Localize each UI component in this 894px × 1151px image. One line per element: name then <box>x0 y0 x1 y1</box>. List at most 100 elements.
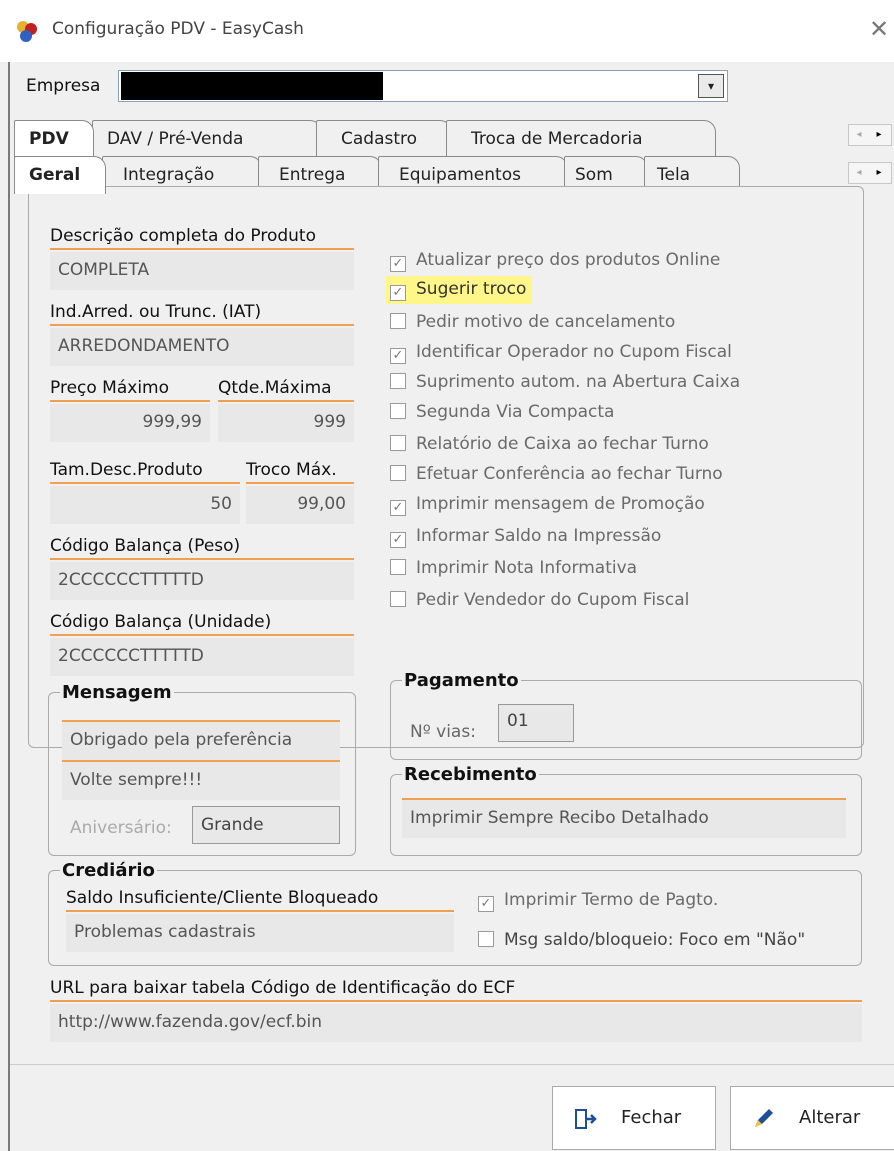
balanca-unidade-label: Código Balança (Unidade) <box>50 612 354 636</box>
crediario-label: Saldo Insuficiente/Cliente Bloqueado <box>66 888 454 912</box>
url-field[interactable]: http://www.fazenda.gov/ecf.bin <box>50 1004 862 1042</box>
pagamento-title: Pagamento <box>402 670 521 691</box>
url-label: URL para baixar tabela Código de Identif… <box>50 978 862 1002</box>
mensagem-title: Mensagem <box>60 682 174 703</box>
checkbox-icon[interactable] <box>390 373 406 389</box>
vias-field[interactable]: 01 <box>498 704 574 742</box>
chk-label: Imprimir Termo de Pagto. <box>504 890 719 910</box>
close-icon[interactable]: ✕ <box>864 14 894 44</box>
tab-geral[interactable]: Geral <box>14 156 106 194</box>
troco-max-field[interactable]: 99,00 <box>246 486 354 524</box>
fechar-label: Fechar <box>621 1107 682 1128</box>
checkbox-icon[interactable]: ✓ <box>390 348 406 364</box>
chk-label: Informar Saldo na Impressão <box>416 526 662 546</box>
crediario-field[interactable]: Problemas cadastrais <box>66 914 454 952</box>
chk-imprimir-promocao[interactable]: ✓ Imprimir mensagem de Promoção <box>390 494 705 516</box>
alterar-button[interactable]: Alterar <box>730 1086 894 1150</box>
checkbox-icon[interactable]: ✓ <box>390 256 406 272</box>
aniversario-label: Aniversário: <box>70 818 172 838</box>
easycash-app-icon <box>17 21 37 42</box>
checkbox-icon[interactable] <box>390 313 406 329</box>
chk-suprimento-autom[interactable]: Suprimento autom. na Abertura Caixa <box>390 372 740 392</box>
pagamento-group <box>390 680 862 760</box>
descricao-field[interactable]: COMPLETA <box>50 252 354 290</box>
checkbox-icon[interactable]: ✓ <box>478 896 494 912</box>
chk-efetuar-conferencia[interactable]: Efetuar Conferência ao fechar Turno <box>390 464 723 484</box>
chk-imprimir-termo[interactable]: ✓ Imprimir Termo de Pagto. <box>478 890 718 912</box>
balanca-peso-field[interactable]: 2CCCCCCTTTTTD <box>50 562 354 600</box>
alterar-label: Alterar <box>799 1107 861 1128</box>
recebimento-field[interactable]: Imprimir Sempre Recibo Detalhado <box>402 800 846 838</box>
exit-door-icon <box>575 1109 597 1129</box>
sub-tabs-scroller[interactable]: ◂ ▸ <box>848 162 892 184</box>
scroll-right-icon[interactable]: ▸ <box>869 163 889 183</box>
mensagem-line2-field[interactable]: Volte sempre!!! <box>62 762 340 800</box>
chk-msg-saldo[interactable]: Msg saldo/bloqueio: Foco em "Não" <box>478 930 805 950</box>
preco-maximo-label: Preço Máximo <box>50 378 210 402</box>
crediario-title: Crediário <box>60 860 157 881</box>
chk-label: Imprimir mensagem de Promoção <box>416 494 705 514</box>
qtde-maxima-label: Qtde.Máxima <box>218 378 354 402</box>
checkbox-icon[interactable]: ✓ <box>390 500 406 516</box>
chk-label: Msg saldo/bloqueio: Foco em "Não" <box>504 930 806 950</box>
qtde-maxima-field[interactable]: 999 <box>218 404 354 442</box>
iat-label: Ind.Arred. ou Trunc. (IAT) <box>50 302 354 326</box>
chk-label: Relatório de Caixa ao fechar Turno <box>416 434 709 454</box>
tab-troca-de-mercadoria[interactable]: Troca de Mercadoria <box>446 120 716 156</box>
vias-label: Nº vias: <box>410 722 476 742</box>
iat-field[interactable]: ARREDONDAMENTO <box>50 328 354 366</box>
chk-informar-saldo[interactable]: ✓ Informar Saldo na Impressão <box>390 526 661 548</box>
chevron-down-icon[interactable]: ▾ <box>698 74 724 98</box>
tam-desc-field[interactable]: 50 <box>50 486 240 524</box>
troco-max-label: Troco Máx. <box>246 460 354 484</box>
chk-segunda-via[interactable]: Segunda Via Compacta <box>390 402 614 422</box>
empresa-select[interactable]: ▾ <box>118 70 728 102</box>
empresa-redacted-value <box>121 72 383 100</box>
fechar-button[interactable]: Fechar <box>552 1086 716 1150</box>
checkbox-icon[interactable] <box>390 435 406 451</box>
preco-maximo-field[interactable]: 999,99 <box>50 404 210 442</box>
checkbox-icon[interactable] <box>478 931 494 947</box>
chk-identificar-operador[interactable]: ✓ Identificar Operador no Cupom Fiscal <box>390 342 732 364</box>
chk-label: Pedir motivo de cancelamento <box>416 312 676 332</box>
chk-label: Efetuar Conferência ao fechar Turno <box>416 464 723 484</box>
pencil-icon <box>755 1109 773 1127</box>
empresa-label: Empresa <box>26 76 101 96</box>
chk-label: Imprimir Nota Informativa <box>416 558 638 578</box>
chk-label: Sugerir troco <box>416 279 527 299</box>
chk-label: Identificar Operador no Cupom Fiscal <box>416 342 732 362</box>
balanca-unidade-field[interactable]: 2CCCCCCTTTTTD <box>50 638 354 676</box>
chk-relatorio-caixa[interactable]: Relatório de Caixa ao fechar Turno <box>390 434 709 454</box>
chk-label: Segunda Via Compacta <box>416 402 615 422</box>
chk-label: Suprimento autom. na Abertura Caixa <box>416 372 741 392</box>
descricao-label: Descrição completa do Produto <box>50 226 354 250</box>
scroll-left-icon[interactable]: ◂ <box>849 125 869 145</box>
balanca-peso-label: Código Balança (Peso) <box>50 536 354 560</box>
mensagem-line1-field[interactable]: Obrigado pela preferência <box>62 722 340 760</box>
checkbox-icon[interactable] <box>390 591 406 607</box>
checkbox-icon[interactable] <box>390 559 406 575</box>
tab-cadastro[interactable]: Cadastro <box>316 120 452 156</box>
chk-nota-informativa[interactable]: Imprimir Nota Informativa <box>390 558 637 578</box>
checkbox-icon[interactable]: ✓ <box>390 285 406 301</box>
top-tabs-scroller[interactable]: ◂ ▸ <box>848 124 892 146</box>
chk-pedir-vendedor[interactable]: Pedir Vendedor do Cupom Fiscal <box>390 590 689 610</box>
window-left-border <box>8 62 10 1151</box>
checkbox-icon[interactable] <box>390 465 406 481</box>
tam-desc-label: Tam.Desc.Produto <box>50 460 240 484</box>
recebimento-title: Recebimento <box>402 764 539 785</box>
title-bar: Configuração PDV - EasyCash ✕ <box>0 0 894 62</box>
tab-dav-pre-venda[interactable]: DAV / Pré-Venda <box>92 120 322 156</box>
scroll-left-icon[interactable]: ◂ <box>849 163 869 183</box>
checkbox-icon[interactable]: ✓ <box>390 532 406 548</box>
tab-pdv[interactable]: PDV <box>14 120 94 158</box>
window-title: Configuração PDV - EasyCash <box>52 19 304 39</box>
footer-divider <box>10 1064 894 1065</box>
checkbox-icon[interactable] <box>390 403 406 419</box>
chk-sugerir-troco[interactable]: ✓ Sugerir troco <box>386 276 533 304</box>
aniversario-field[interactable]: Grande <box>192 806 340 844</box>
chk-label: Atualizar preço dos produtos Online <box>416 250 721 270</box>
chk-atualizar-preco[interactable]: ✓ Atualizar preço dos produtos Online <box>390 250 720 272</box>
scroll-right-icon[interactable]: ▸ <box>869 125 889 145</box>
chk-pedir-motivo[interactable]: Pedir motivo de cancelamento <box>390 312 675 332</box>
